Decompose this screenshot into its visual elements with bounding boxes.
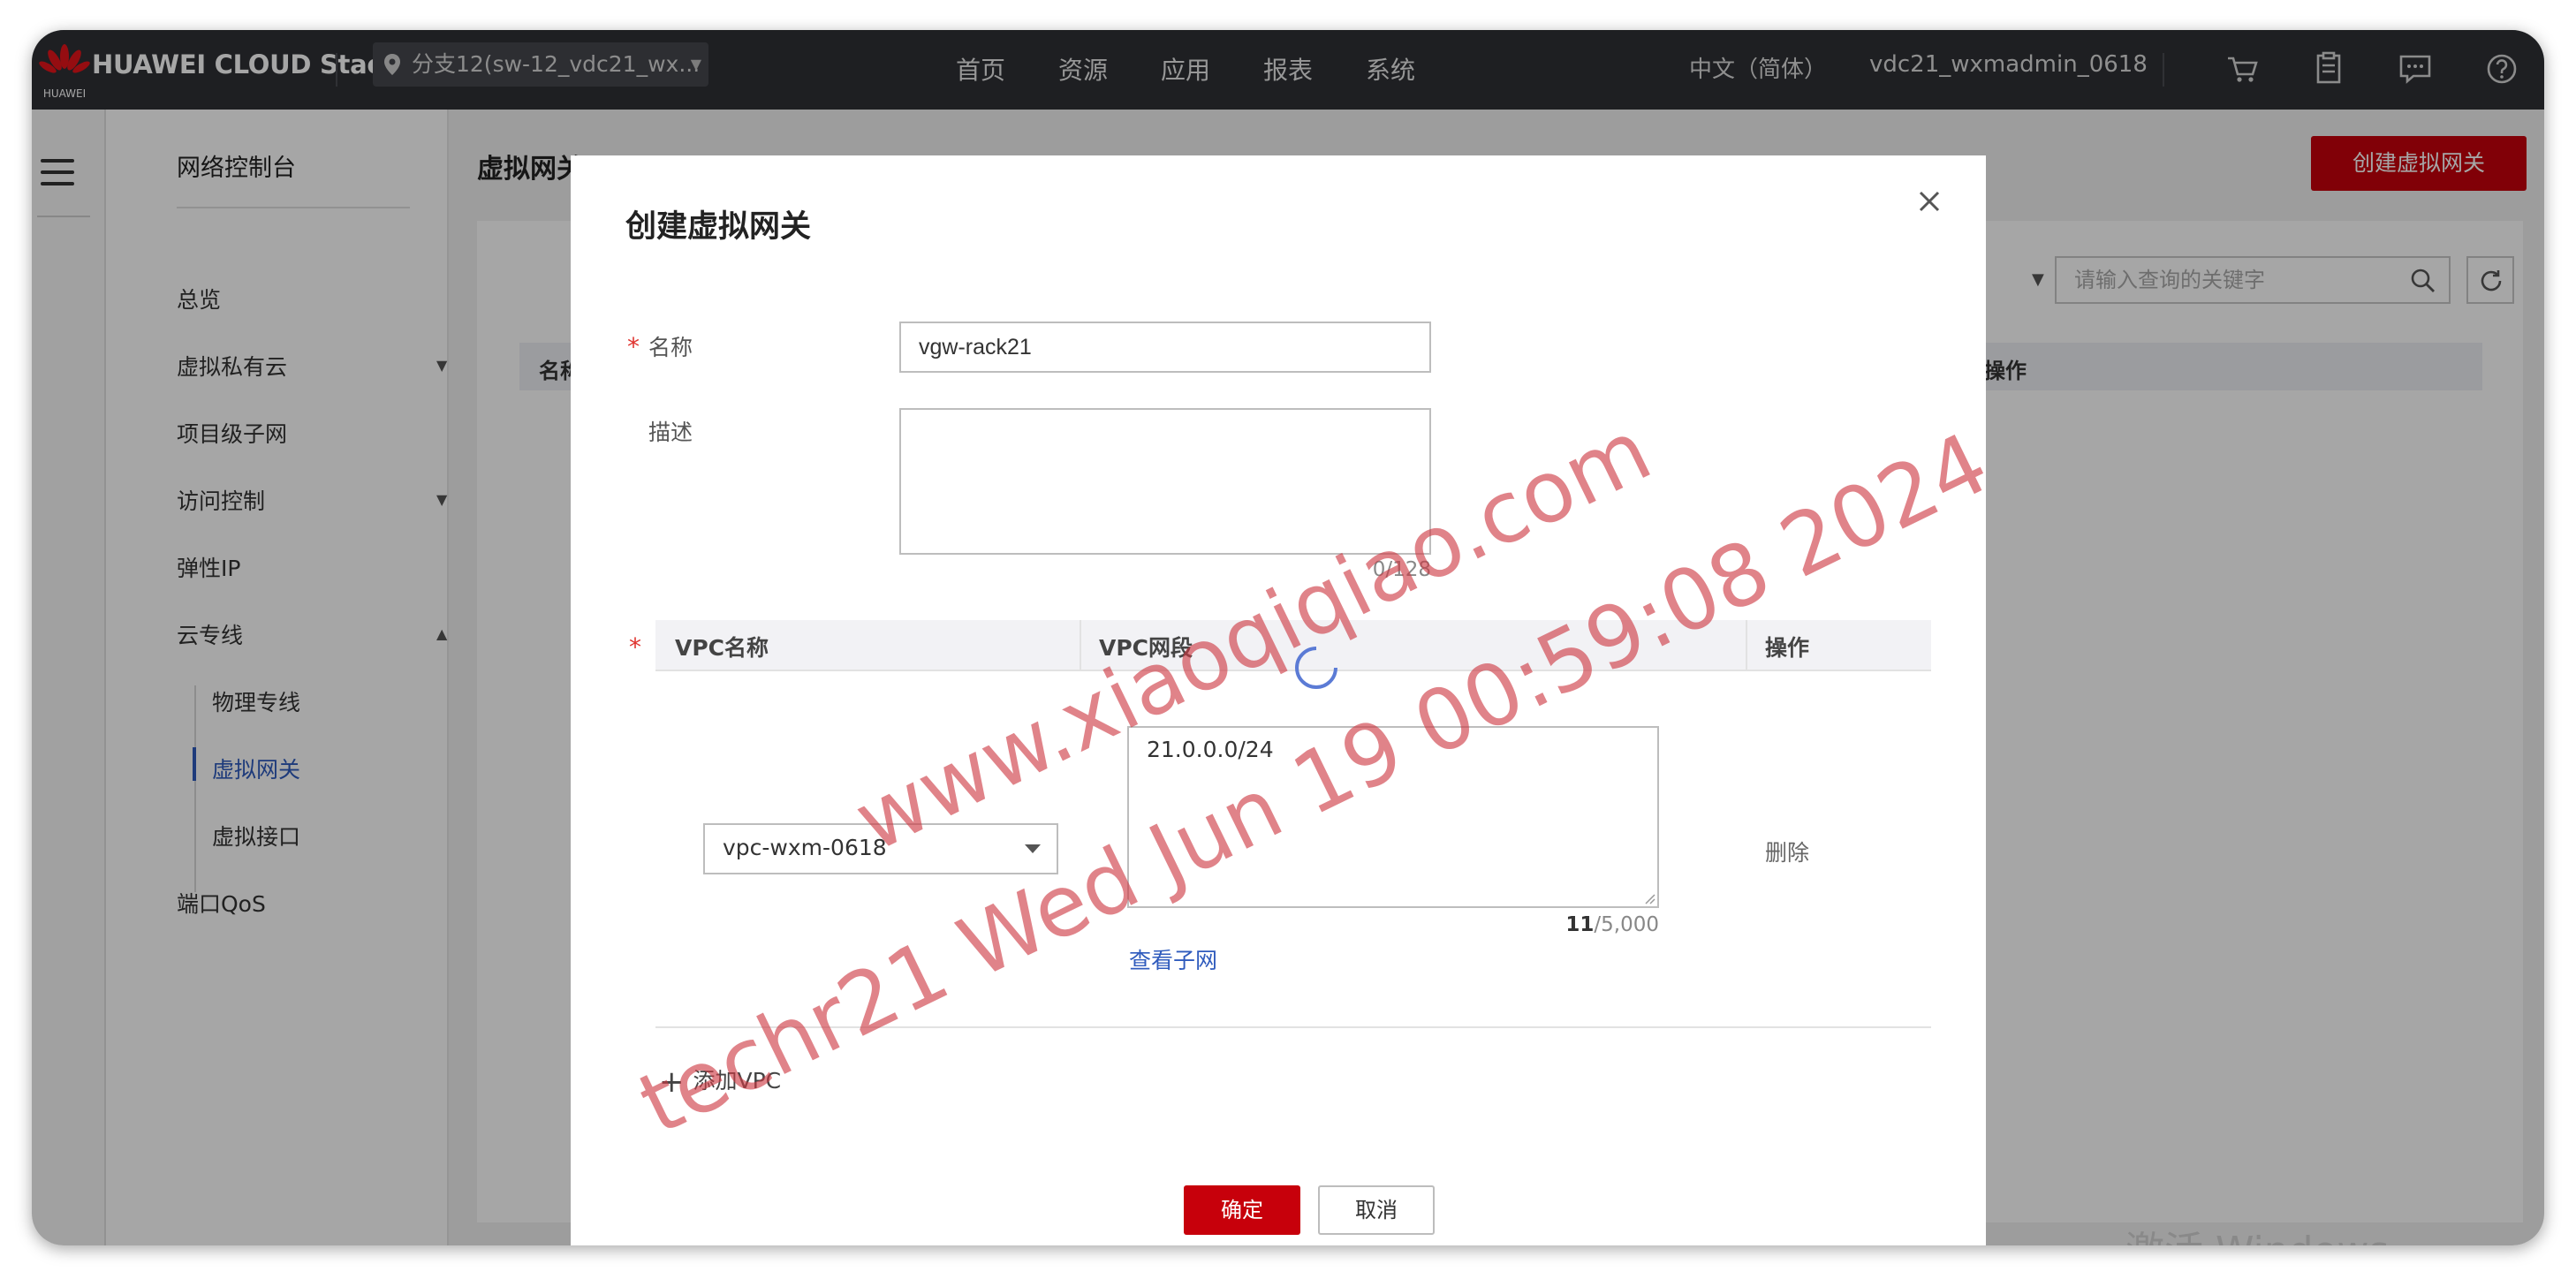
divider: [1080, 620, 1081, 670]
description-textarea[interactable]: [899, 408, 1431, 555]
create-virtual-gateway-dialog: 创建虚拟网关 * 名称 描述 0/128 * VPC名称 VPC网段 操作 vp…: [571, 155, 1986, 1245]
vpc-name-value: vpc-wxm-0618: [723, 835, 887, 860]
resize-handle-icon[interactable]: [1643, 892, 1655, 904]
vpc-name-select[interactable]: vpc-wxm-0618: [703, 823, 1058, 874]
required-marker: *: [629, 632, 641, 662]
required-marker: *: [627, 332, 640, 361]
cidr-counter: 11/5,000: [1482, 913, 1659, 936]
column-header-vpc-actions: 操作: [1765, 635, 1810, 661]
chevron-down-icon: [1025, 844, 1041, 853]
name-label: 名称: [648, 335, 693, 360]
divider: [655, 1026, 1931, 1028]
divider: [1746, 620, 1747, 670]
column-header-vpc-name: VPC名称: [675, 635, 769, 661]
cidr-count-max: /5,000: [1594, 913, 1659, 936]
close-icon[interactable]: [1913, 185, 1945, 217]
column-header-vpc-cidr: VPC网段: [1099, 635, 1193, 661]
view-subnet-link[interactable]: 查看子网: [1129, 943, 1217, 975]
delete-vpc-link[interactable]: 删除: [1765, 836, 1809, 867]
dialog-title: 创建虚拟网关: [625, 209, 812, 245]
description-label: 描述: [648, 420, 693, 445]
vpc-cidr-textarea[interactable]: 21.0.0.0/24: [1127, 726, 1659, 908]
description-counter: 0/128: [1372, 558, 1431, 581]
cidr-count-used: 11: [1565, 913, 1595, 936]
add-vpc-button[interactable]: + 添加VPC: [659, 1063, 781, 1100]
plus-icon: +: [659, 1064, 685, 1100]
add-vpc-label: 添加VPC: [693, 1068, 782, 1094]
confirm-button[interactable]: 确定: [1184, 1185, 1300, 1235]
windows-activation-watermark: 激活 Windows: [2125, 1219, 2389, 1245]
name-input[interactable]: [899, 322, 1431, 373]
vpc-cidr-value: 21.0.0.0/24: [1147, 737, 1274, 762]
app-window: HUAWEI HUAWEI CLOUD Stack 分支12(sw-12_vdc…: [32, 30, 2544, 1245]
cancel-button[interactable]: 取消: [1318, 1185, 1435, 1235]
loading-spinner-icon: [1295, 647, 1337, 689]
